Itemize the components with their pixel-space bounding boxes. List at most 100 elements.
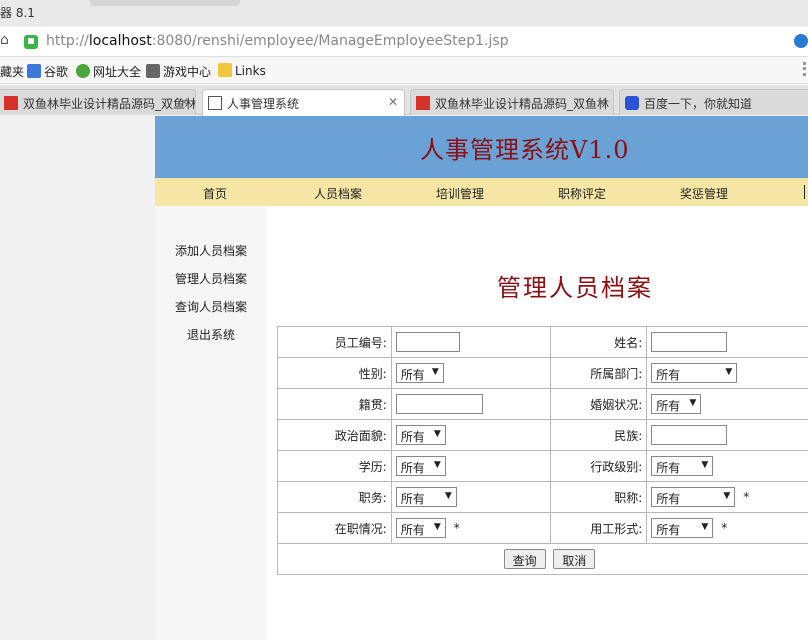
position-select[interactable]: 所有 ▼ [395, 487, 457, 507]
button-row: 查询 取消 [277, 543, 808, 575]
employment-status-select[interactable]: 所有 ▼ [395, 518, 446, 538]
dropdown-arrow-icon: ▼ [431, 367, 439, 377]
form-row: 学历: 所有 ▼ 行政级别: 所有 ▼ [277, 450, 808, 482]
name-label: 姓名: [550, 326, 648, 358]
security-shield-icon [24, 35, 38, 49]
window-title: 器 8.1 [0, 6, 35, 20]
employee-no-label: 员工编号: [277, 326, 392, 358]
dropdown-arrow-icon: ▼ [433, 429, 441, 439]
bookmark-site-directory[interactable]: 网址大全 [76, 63, 141, 80]
dropdown-arrow-icon: ▼ [701, 460, 709, 470]
tab-favicon [208, 96, 222, 110]
title-select[interactable]: 所有 ▼ [651, 487, 736, 507]
nav-personnel-files[interactable]: 人员档案 [314, 185, 362, 202]
bookmark-links[interactable]: Links [218, 63, 266, 78]
side-manage-files[interactable]: 管理人员档案 [155, 270, 267, 287]
position-label: 职务: [277, 481, 392, 513]
dropdown-arrow-icon: ▼ [701, 522, 709, 532]
dropdown-arrow-icon: ▼ [444, 491, 452, 501]
political-select[interactable]: 所有 ▼ [395, 425, 446, 445]
title-label: 职称: [550, 481, 648, 513]
page-left-margin [0, 116, 155, 640]
google-icon [27, 64, 41, 78]
dropdown-arrow-icon: ▼ [725, 367, 733, 377]
main-content: 管理人员档案 员工编号: 姓名: 性别: 所有 ▼ 所属部门: 所有 ▼ 籍贯: 婚… [267, 206, 808, 640]
dropdown-arrow-icon: ▼ [723, 491, 731, 501]
form-row: 性别: 所有 ▼ 所属部门: 所有 ▼ [277, 357, 808, 389]
tab-bar: 双鱼林毕业设计精品源码_双鱼林 ✕ 人事管理系统 ✕ 双鱼林毕业设计精品源码_双… [0, 85, 808, 116]
employment-type-label: 用工形式: [550, 512, 648, 544]
nav-overflow-item[interactable] [804, 185, 808, 199]
nav-home[interactable]: 首页 [203, 185, 227, 202]
native-place-input[interactable] [395, 394, 483, 414]
folder-icon [218, 63, 232, 77]
admin-level-select[interactable]: 所有 ▼ [651, 456, 714, 476]
browser-extension-icon[interactable] [794, 34, 808, 48]
home-icon[interactable]: ⌂ [0, 32, 9, 48]
close-tab-icon[interactable]: ✕ [388, 95, 398, 109]
education-select[interactable]: 所有 ▼ [395, 456, 446, 476]
required-mark: * [721, 520, 728, 535]
tab-hr-system[interactable]: 人事管理系统 ✕ [202, 89, 405, 116]
bookmark-favorites[interactable]: 藏夹 [0, 63, 24, 80]
bookmark-game-center[interactable]: 游戏中心 [146, 63, 211, 80]
tab-source-code-2[interactable]: 双鱼林毕业设计精品源码_双鱼林 ✕ [410, 89, 614, 115]
side-query-files[interactable]: 查询人员档案 [155, 298, 267, 315]
required-mark: * [743, 489, 750, 504]
tab-baidu[interactable]: 百度一下，你就知道 [619, 89, 808, 115]
employment-status-label: 在职情况: [277, 512, 392, 544]
required-mark: * [453, 520, 460, 535]
employment-type-select[interactable]: 所有 ▼ [651, 518, 714, 538]
form-row: 员工编号: 姓名: [277, 326, 808, 358]
web-page: 人事管理系统V1.0 首页 人员档案 培训管理 职称评定 奖惩管理 添加人员档案… [0, 116, 808, 640]
page-title: 管理人员档案 [497, 274, 653, 302]
url-path: :8080/renshi/employee/ManageEmployeeStep… [151, 33, 509, 49]
tab-favicon [4, 96, 18, 110]
side-add-file[interactable]: 添加人员档案 [155, 242, 267, 259]
app-banner: 人事管理系统V1.0 [155, 116, 808, 178]
titlebar-tab-strip [90, 0, 240, 6]
close-tab-icon[interactable]: ✕ [597, 95, 607, 109]
bookmark-google[interactable]: 谷歌 [27, 63, 68, 80]
employee-no-input[interactable] [395, 332, 460, 352]
name-input[interactable] [651, 332, 728, 352]
native-place-label: 籍贯: [277, 388, 392, 420]
tab-source-code-1[interactable]: 双鱼林毕业设计精品源码_双鱼林 ✕ [0, 89, 196, 115]
dropdown-arrow-icon: ▼ [433, 522, 441, 532]
tab-favicon [416, 96, 430, 110]
close-tab-icon[interactable]: ✕ [179, 95, 189, 109]
url-text[interactable]: http://localhost:8080/renshi/employee/Ma… [46, 33, 509, 49]
political-label: 政治面貌: [277, 419, 392, 451]
gender-label: 性别: [277, 357, 392, 389]
form-row: 职务: 所有 ▼ 职称: 所有 ▼ * [277, 481, 808, 513]
nav-rewards[interactable]: 奖惩管理 [680, 185, 728, 202]
url-host: localhost [88, 33, 152, 49]
education-label: 学历: [277, 450, 392, 482]
marital-select[interactable]: 所有 ▼ [651, 394, 702, 414]
gamepad-icon [146, 64, 160, 78]
more-bookmarks-icon[interactable] [803, 62, 806, 76]
query-button[interactable]: 查询 [503, 549, 546, 569]
form-row: 在职情况: 所有 ▼ * 用工形式: 所有 ▼ * [277, 512, 808, 544]
baidu-paw-icon [625, 96, 639, 110]
window-titlebar: 器 8.1 [0, 0, 808, 26]
side-menu: 添加人员档案 管理人员档案 查询人员档案 退出系统 [155, 206, 267, 640]
ethnic-label: 民族: [550, 419, 648, 451]
nav-title-evaluation[interactable]: 职称评定 [558, 185, 606, 202]
dropdown-arrow-icon: ▼ [689, 398, 697, 408]
url-scheme: http:// [46, 33, 89, 49]
app-title: 人事管理系统V1.0 [420, 136, 630, 164]
admin-level-label: 行政级别: [550, 450, 648, 482]
dept-select[interactable]: 所有 ▼ [651, 363, 738, 383]
search-form: 员工编号: 姓名: 性别: 所有 ▼ 所属部门: 所有 ▼ 籍贯: 婚姻状况: 所有… [277, 326, 808, 575]
side-logout[interactable]: 退出系统 [155, 326, 267, 343]
ethnic-input[interactable] [651, 425, 728, 445]
dept-label: 所属部门: [550, 357, 648, 389]
nav-training[interactable]: 培训管理 [436, 185, 484, 202]
bookmarks-bar: 藏夹 谷歌 网址大全 游戏中心 Links [0, 58, 808, 84]
gender-select[interactable]: 所有 ▼ [395, 363, 444, 383]
cancel-button[interactable]: 取消 [553, 549, 596, 569]
site-directory-icon [76, 64, 90, 78]
address-bar[interactable]: ⌂ http://localhost:8080/renshi/employee/… [0, 27, 808, 57]
dropdown-arrow-icon: ▼ [433, 460, 441, 470]
